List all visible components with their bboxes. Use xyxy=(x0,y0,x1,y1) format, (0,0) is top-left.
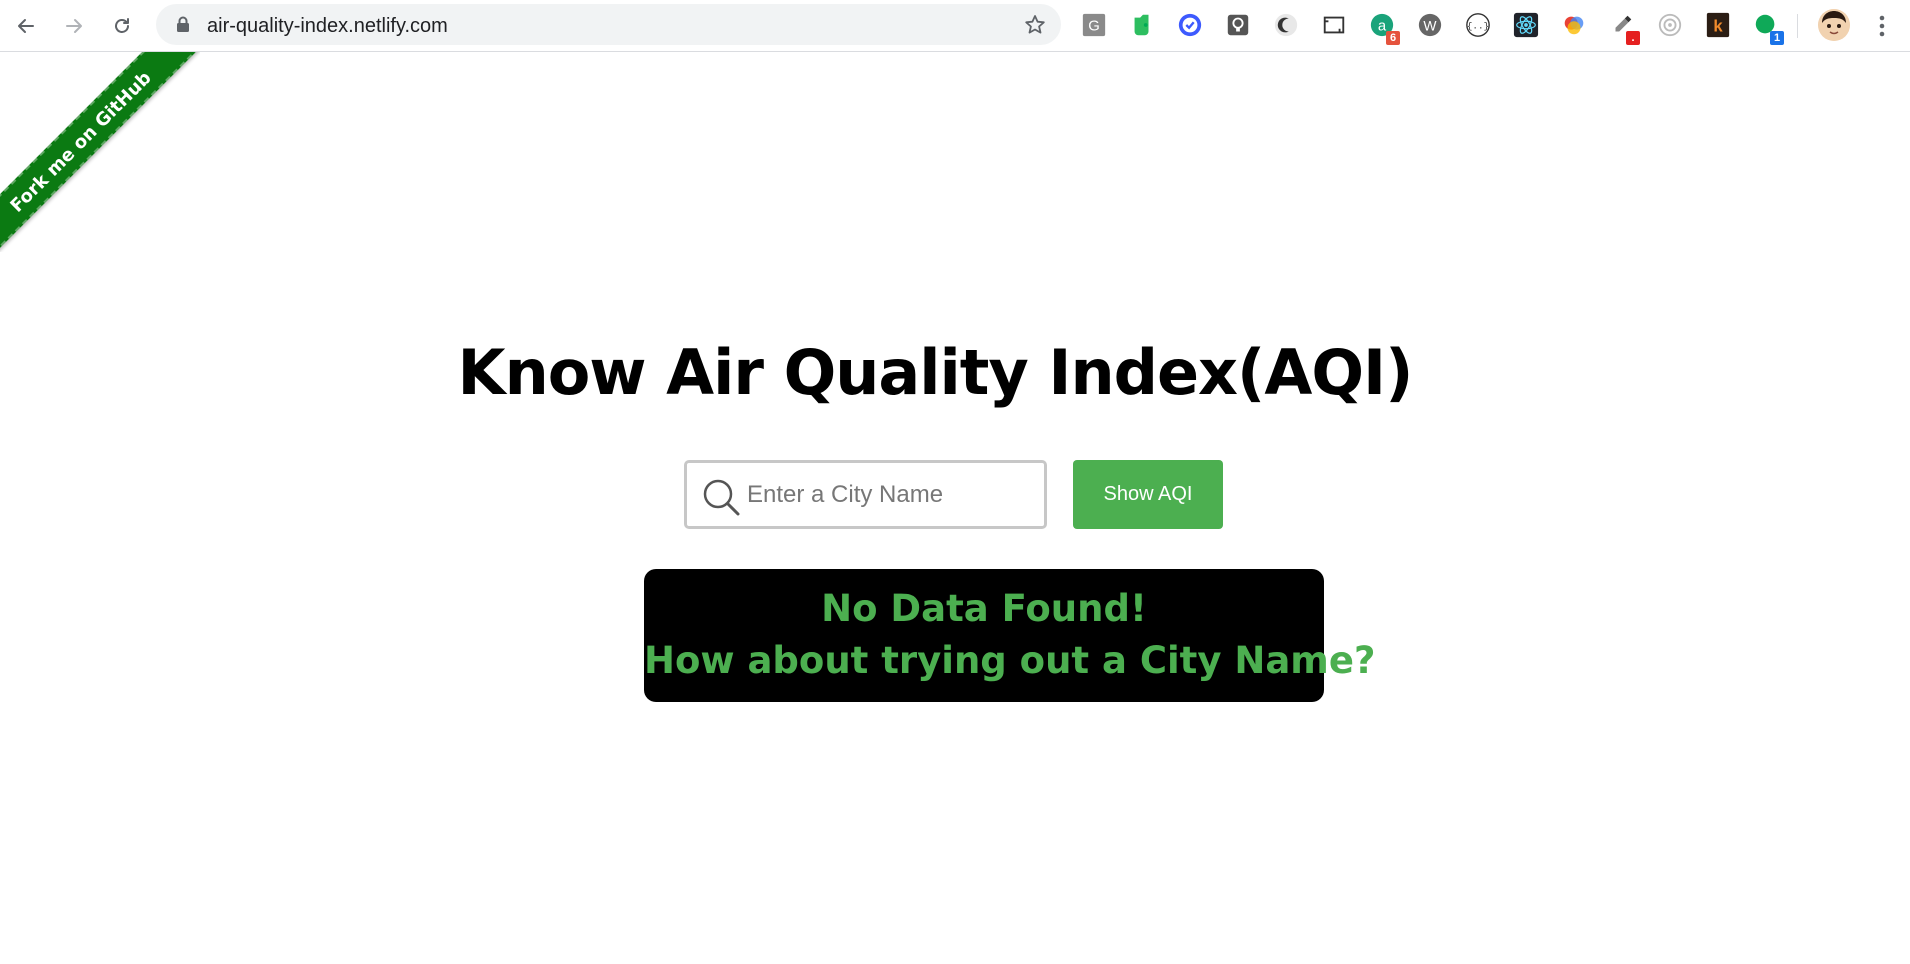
back-arrow-icon xyxy=(18,19,34,33)
fork-on-github-ribbon[interactable]: Fork me on GitHub xyxy=(0,52,200,252)
dark-mode-moon-icon[interactable] xyxy=(1272,11,1300,39)
result-message-line1: No Data Found! xyxy=(821,587,1147,630)
svg-text:k: k xyxy=(1713,17,1723,36)
green-circle-icon[interactable]: 1 xyxy=(1752,11,1784,45)
search-icon xyxy=(703,479,740,516)
result-message-box: No Data Found! How about trying out a Ci… xyxy=(644,569,1376,702)
forward-button[interactable] xyxy=(56,8,92,44)
profile-avatar[interactable] xyxy=(1818,9,1850,41)
grammarly-g-icon[interactable]: G xyxy=(1080,11,1108,39)
city-name-input[interactable] xyxy=(747,473,1037,517)
svg-text:{..}: {..} xyxy=(1467,21,1489,32)
browser-toolbar: air-quality-index.netlify.com G a 6 W {.… xyxy=(0,0,1910,52)
react-devtools-icon[interactable] xyxy=(1512,11,1540,39)
toolbar-separator xyxy=(1797,14,1798,38)
json-viewer-icon[interactable]: {..} xyxy=(1464,11,1492,39)
screenshot-icon[interactable] xyxy=(1320,11,1348,39)
reload-icon xyxy=(115,18,129,33)
eyedropper-icon[interactable]: . xyxy=(1608,11,1640,45)
city-search-box xyxy=(684,460,1047,529)
wappalyzer-icon[interactable]: W xyxy=(1416,11,1444,39)
a-extension-icon[interactable]: a 6 xyxy=(1368,11,1400,45)
more-menu-icon[interactable] xyxy=(1870,12,1894,40)
evernote-icon[interactable] xyxy=(1128,11,1156,39)
show-aqi-button[interactable]: Show AQI xyxy=(1073,460,1223,529)
address-bar[interactable]: air-quality-index.netlify.com xyxy=(156,4,1061,45)
color-palette-icon[interactable] xyxy=(1560,11,1588,39)
todo-check-icon[interactable] xyxy=(1176,11,1204,39)
lightbulb-icon[interactable] xyxy=(1224,11,1252,39)
k-extension-icon[interactable]: k xyxy=(1704,11,1732,39)
forward-arrow-icon xyxy=(66,19,82,33)
target-icon[interactable] xyxy=(1656,11,1684,39)
back-button[interactable] xyxy=(8,8,44,44)
github-ribbon-container: Fork me on GitHub xyxy=(0,52,200,252)
url-text: air-quality-index.netlify.com xyxy=(207,15,448,37)
svg-text:G: G xyxy=(1088,19,1100,35)
result-message-line2: How about trying out a City Name? xyxy=(644,639,1376,682)
svg-text:W: W xyxy=(1423,18,1437,34)
page-title: Know Air Quality Index(AQI) xyxy=(457,336,1414,409)
avatar-face-icon xyxy=(1818,9,1850,41)
lock-icon xyxy=(177,16,189,32)
bookmark-star-icon[interactable] xyxy=(1023,13,1047,37)
reload-button[interactable] xyxy=(104,8,140,44)
